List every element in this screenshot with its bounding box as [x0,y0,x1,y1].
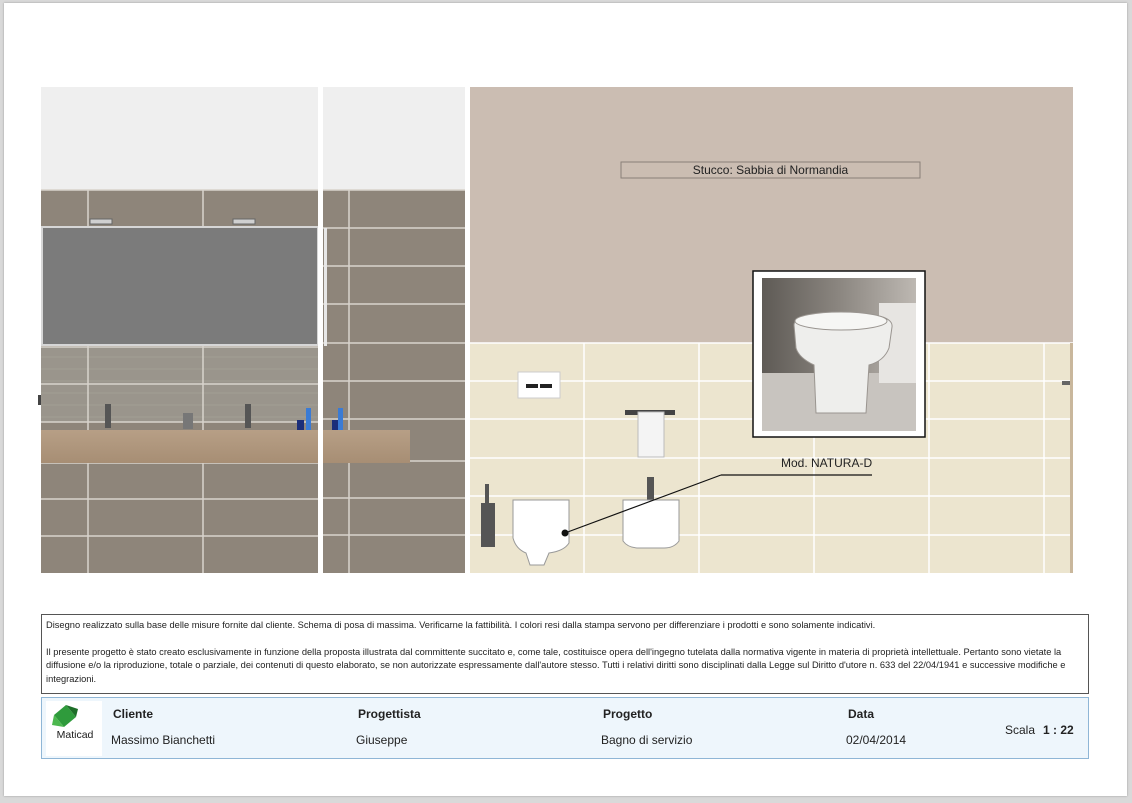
wall-finish-label: Stucco: Sabbia di Normandia [692,163,849,177]
bathroom-elevation-drawing [38,87,1073,573]
scale-label: Scala [1005,723,1036,737]
maticad-logo-icon [52,705,78,727]
progetto-value: Bagno di servizio [601,733,693,747]
data-label: Data [848,707,875,721]
cliente-value: Massimo Bianchetti [111,733,216,747]
progettista-value: Giuseppe [356,733,408,747]
middle-wall-elevation [323,87,465,573]
maticad-logo: Maticad [46,701,102,756]
scale-indicator: Scala 1 : 22 [1005,723,1074,737]
title-block: Maticad Cliente Massimo Bianchetti Proge… [41,697,1089,759]
print-sheet: Stucco: Sabbia di Normandia Mod. NATURA-… [4,3,1127,796]
progetto-label: Progetto [603,707,653,721]
scale-value: 1 : 22 [1043,723,1074,737]
disclaimer-notes: Disegno realizzato sulla base delle misu… [41,614,1089,694]
left-wall-elevation [38,87,319,573]
data-value: 02/04/2014 [846,733,907,747]
progettista-label: Progettista [358,707,421,721]
cliente-label: Cliente [113,707,154,721]
right-wall-elevation [470,87,1073,573]
disclaimer-line-1: Disegno realizzato sulla base delle misu… [46,620,876,630]
logo-text: Maticad [56,729,94,741]
product-model-label: Mod. NATURA-D [781,456,873,470]
disclaimer-line-2: Il presente progetto è stato creato escl… [46,646,1066,684]
